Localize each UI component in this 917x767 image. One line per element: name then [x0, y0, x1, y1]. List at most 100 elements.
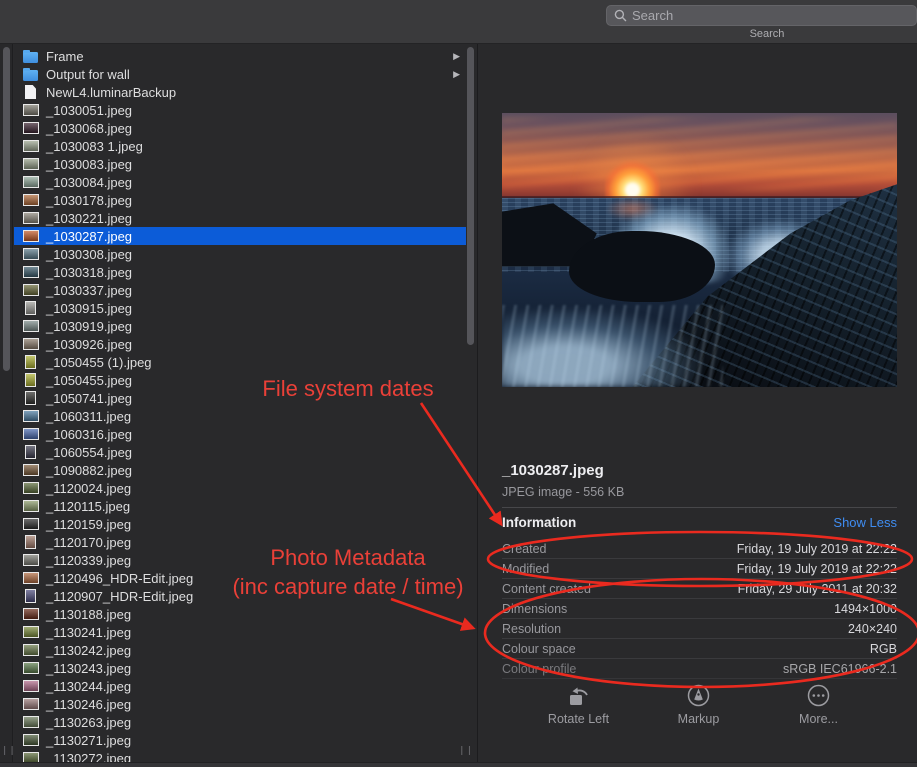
- previous-column-scrollbar[interactable]: [3, 47, 10, 371]
- finder-window: Search Search || Frame▶Output for wall▶ N…: [0, 0, 917, 767]
- file-name: _1130243.jpeg: [46, 661, 131, 676]
- image-thumbnail-icon: [25, 391, 36, 405]
- file-row[interactable]: _1030287.jpeg: [14, 227, 466, 245]
- info-label: Resolution: [502, 622, 561, 636]
- info-label: Content created: [502, 582, 591, 596]
- information-table: CreatedFriday, 19 July 2019 at 22:22 Modi…: [502, 539, 897, 679]
- image-thumbnail-icon: [23, 464, 39, 476]
- file-row[interactable]: _1030084.jpeg: [14, 173, 466, 191]
- file-row[interactable]: _1030308.jpeg: [14, 245, 466, 263]
- file-row[interactable]: Frame▶: [14, 47, 466, 65]
- file-row[interactable]: _1130246.jpeg: [14, 695, 466, 713]
- file-name: _1030919.jpeg: [46, 319, 132, 334]
- file-name: _1030337.jpeg: [46, 283, 132, 298]
- file-name: _1060554.jpeg: [46, 445, 132, 460]
- file-row[interactable]: _1130241.jpeg: [14, 623, 466, 641]
- previous-column-edge: ||: [0, 44, 13, 762]
- file-name: _1030318.jpeg: [46, 265, 132, 280]
- file-row[interactable]: _1050455 (1).jpeg: [14, 353, 466, 371]
- image-thumbnail-icon: [23, 518, 39, 530]
- file-name: _1060316.jpeg: [46, 427, 132, 442]
- file-row[interactable]: _1030926.jpeg: [14, 335, 466, 353]
- image-thumbnail-icon: [23, 410, 39, 422]
- file-name: _1030221.jpeg: [46, 211, 132, 226]
- divider: [502, 507, 897, 508]
- file-row[interactable]: _1120170.jpeg: [14, 533, 466, 551]
- image-thumbnail-icon: [23, 644, 39, 656]
- search-placeholder: Search: [632, 8, 673, 23]
- file-row[interactable]: _1030915.jpeg: [14, 299, 466, 317]
- info-row: CreatedFriday, 19 July 2019 at 22:22: [502, 539, 897, 559]
- file-row[interactable]: _1120496_HDR-Edit.jpeg: [14, 569, 466, 587]
- file-row[interactable]: _1030068.jpeg: [14, 119, 466, 137]
- file-row[interactable]: _1130244.jpeg: [14, 677, 466, 695]
- file-name: _1120024.jpeg: [46, 481, 131, 496]
- file-name: _1050455 (1).jpeg: [46, 355, 152, 370]
- chevron-right-icon[interactable]: ▶: [453, 51, 460, 62]
- file-name: _1030915.jpeg: [46, 301, 132, 316]
- file-row[interactable]: _1030083.jpeg: [14, 155, 466, 173]
- image-thumbnail-icon: [23, 176, 39, 188]
- file-row[interactable]: _1120115.jpeg: [14, 497, 466, 515]
- file-row[interactable]: _1090882.jpeg: [14, 461, 466, 479]
- file-row[interactable]: _1130263.jpeg: [14, 713, 466, 731]
- image-thumbnail-icon: [25, 301, 36, 315]
- info-row: Colour profilesRGB IEC61966-2.1: [502, 659, 897, 679]
- file-row[interactable]: _1120907_HDR-Edit.jpeg: [14, 587, 466, 605]
- file-name: _1030084.jpeg: [46, 175, 132, 190]
- file-row[interactable]: _1030083 1.jpeg: [14, 137, 466, 155]
- file-name: _1130246.jpeg: [46, 697, 131, 712]
- file-row[interactable]: _1030178.jpeg: [14, 191, 466, 209]
- search-toolbar-label: Search: [737, 28, 797, 40]
- file-row[interactable]: _1050741.jpeg: [14, 389, 466, 407]
- file-row[interactable]: _1120159.jpeg: [14, 515, 466, 533]
- info-label: Modified: [502, 562, 549, 576]
- file-name: _1030287.jpeg: [46, 229, 132, 244]
- file-row[interactable]: _1030919.jpeg: [14, 317, 466, 335]
- file-name: _1130242.jpeg: [46, 643, 131, 658]
- toolbar: Search Search: [0, 0, 917, 44]
- more-button[interactable]: More...: [776, 684, 862, 726]
- folder-icon: [23, 70, 38, 81]
- file-row[interactable]: _1030337.jpeg: [14, 281, 466, 299]
- file-list-column: Frame▶Output for wall▶ NewL4.luminarBacku…: [14, 44, 478, 762]
- info-value: RGB: [870, 642, 897, 656]
- image-thumbnail-icon: [23, 752, 39, 762]
- file-row[interactable]: _1130272.jpeg: [14, 749, 466, 762]
- file-row[interactable]: _1130242.jpeg: [14, 641, 466, 659]
- file-row[interactable]: _1130271.jpeg: [14, 731, 466, 749]
- file-row[interactable]: _1060311.jpeg: [14, 407, 466, 425]
- file-row[interactable]: _1050455.jpeg: [14, 371, 466, 389]
- more-icon: [807, 684, 830, 712]
- column-resize-handle[interactable]: ||: [459, 746, 474, 756]
- file-row[interactable]: _1130188.jpeg: [14, 605, 466, 623]
- file-row[interactable]: _1120024.jpeg: [14, 479, 466, 497]
- markup-button[interactable]: Markup: [656, 684, 742, 726]
- file-row[interactable]: _1120339.jpeg: [14, 551, 466, 569]
- file-row[interactable]: NewL4.luminarBackup: [14, 83, 466, 101]
- image-thumbnail-icon: [25, 535, 36, 549]
- information-header: Information: [502, 515, 576, 530]
- image-thumbnail-icon: [23, 698, 39, 710]
- file-row[interactable]: _1030318.jpeg: [14, 263, 466, 281]
- show-less-link[interactable]: Show Less: [833, 515, 897, 530]
- file-list-scrollbar[interactable]: [467, 47, 474, 345]
- file-row[interactable]: _1130243.jpeg: [14, 659, 466, 677]
- file-row[interactable]: _1060554.jpeg: [14, 443, 466, 461]
- search-input[interactable]: Search: [606, 5, 917, 26]
- rotate-left-button[interactable]: Rotate Left: [536, 684, 622, 726]
- file-row[interactable]: _1030051.jpeg: [14, 101, 466, 119]
- file-name: _1030178.jpeg: [46, 193, 132, 208]
- file-name: _1030083.jpeg: [46, 157, 132, 172]
- file-row[interactable]: _1030221.jpeg: [14, 209, 466, 227]
- file-name: _1120159.jpeg: [46, 517, 131, 532]
- file-row[interactable]: Output for wall▶: [14, 65, 466, 83]
- image-thumbnail-icon: [25, 373, 36, 387]
- image-thumbnail-icon: [23, 284, 39, 296]
- file-name: NewL4.luminarBackup: [46, 85, 176, 100]
- info-label: Dimensions: [502, 602, 567, 616]
- file-name: _1030051.jpeg: [46, 103, 132, 118]
- info-label: Colour space: [502, 642, 576, 656]
- chevron-right-icon[interactable]: ▶: [453, 69, 460, 80]
- file-row[interactable]: _1060316.jpeg: [14, 425, 466, 443]
